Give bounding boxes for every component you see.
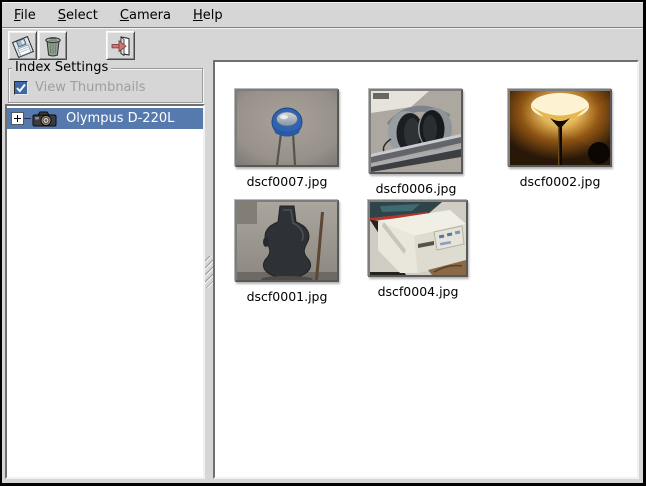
delete-button[interactable]	[38, 31, 67, 60]
floppy-disk-icon	[11, 34, 35, 58]
printer-photo[interactable]	[368, 200, 468, 277]
expander-plus-icon[interactable]	[11, 112, 24, 125]
menu-help[interactable]: Help	[185, 5, 231, 26]
capacitor-photo[interactable]	[235, 89, 339, 167]
thumbnail-filename: dscf0007.jpg	[247, 174, 328, 189]
headphones-photo[interactable]	[369, 89, 463, 174]
tree-connector	[24, 118, 31, 119]
exit-button[interactable]	[106, 31, 135, 60]
trash-icon	[41, 34, 65, 58]
thumbnail-filename: dscf0006.jpg	[376, 181, 457, 196]
app-window: File Select Camera Help	[2, 2, 643, 483]
view-thumbnails-row: View Thumbnails	[14, 80, 146, 95]
thumbnail-panel: dscf0007.jpg	[213, 60, 639, 479]
pane-splitter[interactable]	[205, 60, 213, 479]
thumbnail-item[interactable]: dscf0002.jpg	[490, 89, 630, 189]
checkmark-icon	[15, 82, 27, 94]
thumbnail-filename: dscf0004.jpg	[378, 284, 459, 299]
view-thumbnails-checkbox[interactable]	[14, 81, 28, 95]
camera-tree-row[interactable]: Olympus D-220L	[7, 108, 203, 129]
menu-camera[interactable]: Camera	[112, 5, 179, 26]
thumbnail-filename: dscf0002.jpg	[520, 174, 601, 189]
splitter-grip-icon[interactable]	[205, 256, 213, 288]
index-settings-frame: Index Settings View Thumbnails	[8, 68, 203, 103]
menubar: File Select Camera Help	[2, 2, 643, 28]
guitar-case-photo[interactable]	[235, 200, 339, 282]
thumbnail-item[interactable]: dscf0007.jpg	[217, 89, 357, 189]
lamp-photo[interactable]	[508, 89, 612, 167]
menu-file[interactable]: File	[6, 5, 44, 26]
thumbnail-filename: dscf0001.jpg	[247, 289, 328, 304]
camera-tree-label: Olympus D-220L	[66, 111, 174, 126]
save-button[interactable]	[8, 31, 37, 60]
view-thumbnails-label: View Thumbnails	[35, 80, 146, 95]
index-settings-frame-label: Index Settings	[12, 60, 111, 75]
camera-icon	[31, 109, 59, 128]
exit-door-icon	[109, 34, 133, 58]
thumbnail-item[interactable]: dscf0004.jpg	[348, 200, 488, 299]
menu-select[interactable]: Select	[50, 5, 106, 26]
camera-tree[interactable]: Olympus D-220L	[5, 104, 205, 479]
thumbnail-item[interactable]: dscf0006.jpg	[346, 89, 486, 196]
thumbnail-item[interactable]: dscf0001.jpg	[217, 200, 357, 304]
